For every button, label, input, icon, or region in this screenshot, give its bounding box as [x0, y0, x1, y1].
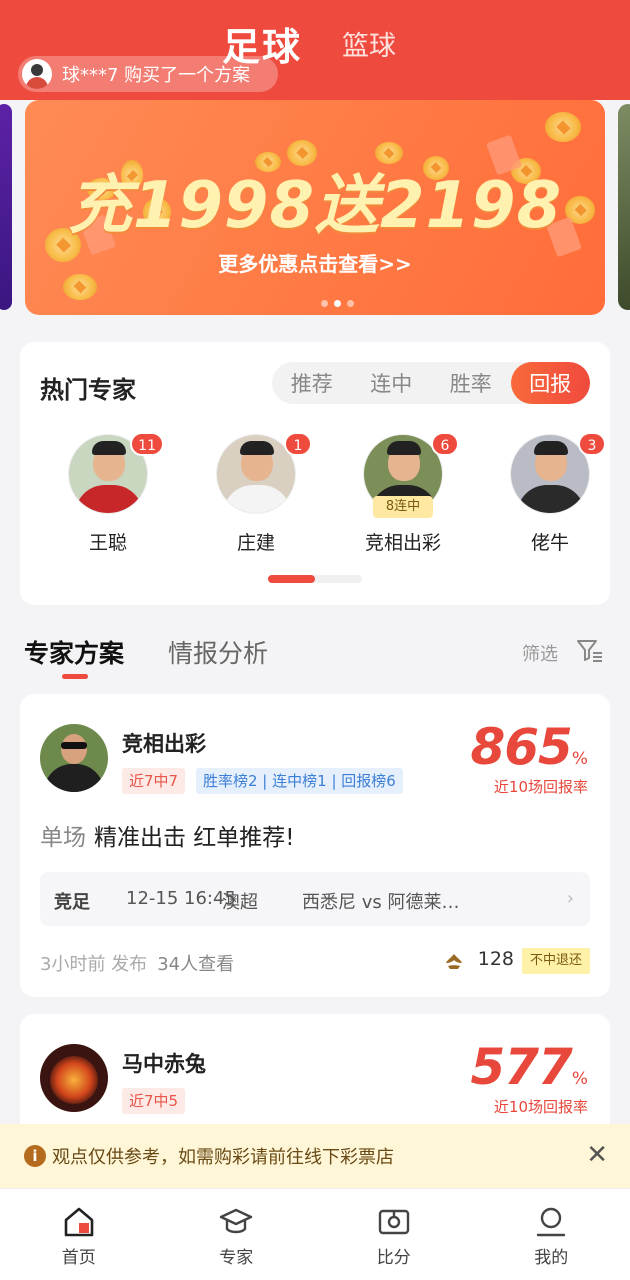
recent-record-tag: 近7中7 [122, 768, 186, 794]
scheme-card[interactable]: 竞相出彩 近7中7 胜率榜2 | 连中榜1 | 回报榜6 865% 近10场回报… [20, 694, 610, 997]
publish-time: 3小时前 发布 [40, 954, 148, 975]
expert-list-scroll-indicator [268, 575, 362, 583]
recent-record-tag: 近7中5 [122, 1088, 186, 1114]
return-rate-label: 近10场回报率 [493, 1098, 588, 1116]
return-rate-unit: % [571, 1069, 588, 1089]
carousel-indicator [321, 300, 354, 307]
return-rate-value: 865 [470, 718, 572, 776]
match-league: 澳超 [222, 892, 258, 913]
content-tabs: 专家方案 情报分析 筛选 [0, 630, 630, 686]
ranking-tags: 胜率榜2 | 连中榜1 | 回报榜6 [196, 768, 403, 794]
banner-subtitle[interactable]: 更多优惠点击查看>> [25, 248, 605, 277]
promo-banner[interactable]: 充1998送2198 更多优惠点击查看>> [25, 100, 605, 315]
match-time: 12-15 16:45 [126, 888, 236, 909]
return-rate-unit: % [571, 749, 588, 769]
match-info-row[interactable]: 竞足 12-15 16:45 澳超 西悉尼 vs 阿德莱… › [40, 872, 590, 926]
carousel-dot [321, 300, 328, 307]
user-icon [537, 1207, 566, 1237]
hot-experts-title: 热门专家 [40, 376, 136, 404]
match-teams: 西悉尼 vs 阿德莱… [302, 892, 460, 913]
carousel-dot [347, 300, 354, 307]
nav-item-mine[interactable]: 我的 [473, 1189, 630, 1280]
nav-label: 比分 [376, 1248, 411, 1268]
expert-count-badge: 6 [431, 432, 459, 456]
expert-list: 11 王聪 1 庄建 6 8连中 竞相出彩 3 佬牛 [20, 432, 610, 564]
coin-price-icon [446, 954, 462, 969]
tab-basketball[interactable]: 篮球 [342, 24, 396, 63]
nav-label: 专家 [219, 1248, 254, 1268]
scheme-type: 单场 [40, 825, 86, 851]
graduation-cap-icon [220, 1208, 253, 1234]
streak-badge: 8连中 [373, 496, 433, 518]
expert-name: 王聪 [88, 532, 127, 554]
expert-avatar[interactable] [40, 724, 108, 792]
expert-ranking-switch: 推荐 连中 胜率 回报 [272, 362, 590, 404]
expert-item[interactable]: 1 庄建 [196, 432, 316, 555]
return-rate: 577% 近10场回报率 [470, 1038, 588, 1117]
expert-avatar[interactable] [40, 1044, 108, 1112]
hot-experts-card: 热门专家 推荐 连中 胜率 回报 11 王聪 1 庄建 6 8连中 竞相出彩 3… [20, 342, 610, 605]
expert-name: 竞相出彩 [364, 532, 441, 554]
ticker-avatar [22, 59, 52, 89]
expert-count-badge: 11 [130, 432, 164, 456]
expert-item[interactable]: 11 王聪 [48, 432, 168, 555]
return-rate: 865% 近10场回报率 [470, 718, 588, 797]
coin-decoration [63, 274, 97, 300]
return-rate-value: 577 [470, 1038, 572, 1096]
expert-name: 庄建 [236, 532, 275, 554]
info-icon: i [24, 1145, 46, 1167]
active-tab-indicator [62, 674, 88, 679]
segment-recommend[interactable]: 推荐 [272, 362, 352, 404]
ticker-text: 球***7 购买了一个方案 [62, 65, 251, 86]
return-rate-label: 近10场回报率 [493, 778, 588, 796]
expert-item[interactable]: 6 8连中 竞相出彩 [343, 432, 463, 555]
refund-badge: 不中退还 [521, 948, 590, 974]
carousel-prev-slide[interactable] [0, 104, 12, 310]
scheme-title: 精准出击 红单推荐! [94, 825, 295, 851]
carousel-dot-active [334, 300, 341, 307]
publish-meta: 3小时前 发布 34人查看 [40, 950, 234, 976]
chevron-right-icon: › [566, 888, 574, 909]
view-count: 34人查看 [157, 954, 235, 975]
banner-title: 充1998送2198 [67, 169, 563, 243]
bottom-nav: 首页 专家 比分 我的 [0, 1188, 630, 1280]
disclaimer-bar: i 观点仅供参考，如需购彩请前往线下彩票店 ✕ [0, 1124, 630, 1188]
expert-count-badge: 3 [578, 432, 606, 456]
expert-count-badge: 1 [284, 432, 312, 456]
tab-intel-analysis[interactable]: 情报分析 [168, 634, 268, 670]
expert-name: 佬牛 [530, 532, 569, 554]
close-icon[interactable]: ✕ [586, 1142, 608, 1168]
segment-return[interactable]: 回报 [510, 362, 590, 404]
disclaimer-text: 观点仅供参考，如需购彩请前往线下彩票店 [52, 1147, 394, 1168]
filter-button[interactable]: 筛选 [522, 640, 558, 666]
scheme-price: 128 [477, 948, 514, 970]
promo-carousel[interactable]: 充1998送2198 更多优惠点击查看>> [0, 100, 630, 318]
nav-label: 我的 [534, 1248, 569, 1268]
tab-expert-plans[interactable]: 专家方案 [24, 634, 124, 670]
scoreboard-icon [378, 1209, 409, 1235]
filter-icon[interactable] [576, 638, 604, 664]
match-league-type: 竞足 [54, 892, 90, 913]
nav-item-home[interactable]: 首页 [0, 1189, 158, 1280]
home-icon [64, 1207, 94, 1237]
coin-decoration [545, 112, 581, 142]
expert-item[interactable]: 3 佬牛 [490, 432, 610, 555]
segment-streak[interactable]: 连中 [352, 362, 432, 404]
scheme-headline: 单场 精准出击 红单推荐! [40, 818, 295, 852]
nav-item-scores[interactable]: 比分 [315, 1189, 473, 1280]
purchase-ticker: 球***7 购买了一个方案 [18, 56, 278, 92]
expert-name: 竞相出彩 [122, 732, 206, 756]
segment-win-rate[interactable]: 胜率 [431, 362, 511, 404]
carousel-next-slide[interactable] [618, 104, 630, 310]
nav-label: 首页 [61, 1248, 96, 1268]
expert-name: 马中赤兔 [122, 1052, 206, 1076]
top-header: 足球 篮球 球***7 购买了一个方案 [0, 0, 630, 100]
nav-item-experts[interactable]: 专家 [158, 1189, 316, 1280]
